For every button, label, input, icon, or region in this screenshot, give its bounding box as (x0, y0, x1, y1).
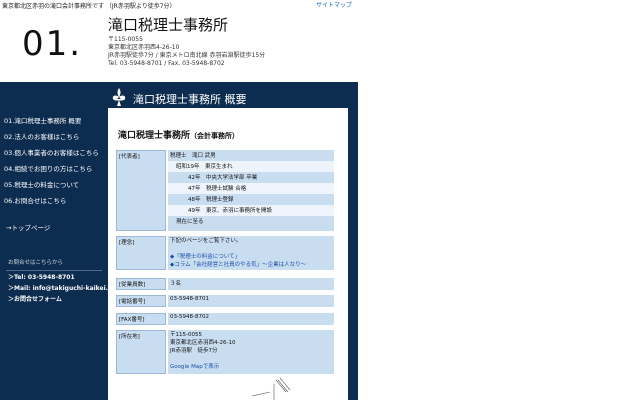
address-line: JR赤羽駅徒歩7分 / 東京メトロ南北線 赤羽岩淵駅徒歩15分 (108, 52, 266, 59)
firm-name-heading: 滝口税理士事務所 (108, 16, 229, 34)
header-address: 〒115-0055 東京都北区赤羽西4-26-10 JR赤羽駅徒歩7分 / 東京… (108, 36, 265, 68)
philosophy-text: 下記のページをご覧下さい。 (170, 238, 242, 244)
contact-mail[interactable]: ＞Mail: info@takiguchi-kaikei.jp (8, 283, 114, 292)
rep-line: 42年 中央大学法学部 卒業 (168, 172, 334, 183)
tel-value: 03-5948-8701 (168, 295, 334, 307)
sidebar-item-inheritance[interactable]: 04.相続でお困りの方はこちら (4, 163, 92, 173)
rep-line: 47年 税理士試験 合格 (168, 183, 334, 194)
contact-tel[interactable]: ＞Tel: 03-5948-8701 (8, 272, 75, 281)
site-tagline: 東京都北区赤羽の滝口会計事務所です （JR赤羽駅より徒歩7分） (2, 3, 176, 10)
page-number: 01. (22, 24, 83, 64)
section-title-text: 滝口税理士事務所 (118, 131, 191, 141)
location-line: JR赤羽駅 徒歩7分 (170, 348, 218, 354)
address-line: 東京都北区赤羽西4-26-10 (108, 44, 180, 51)
rep-line: 48年 税理士登録 (168, 194, 334, 205)
google-map-link[interactable]: Google Mapで表示 (170, 363, 332, 371)
contact-form-link[interactable]: ＞お問合せフォーム (8, 294, 62, 303)
sidebar-item-overview[interactable]: 01.滝口税理士事務所 概要 (4, 115, 81, 125)
fees-link[interactable]: ◆「税理士の料金について」 (170, 253, 332, 261)
sidebar-item-fees[interactable]: 05.税理士の料金について (4, 179, 79, 189)
map-sketch-icon (251, 377, 290, 400)
sidebar-item-corporate[interactable]: 02.法人のお客様はこちら (4, 131, 79, 141)
address-line: Tel. 03-5948-8701 / Fax. 03-5948-8702 (108, 60, 225, 67)
fax-label: [FAX番号] (116, 313, 166, 325)
column-link[interactable]: ◆コラム「会社経営と社員のやる気」～企業は人なり～ (170, 261, 332, 269)
philosophy-label: [理念] (116, 236, 166, 270)
sidebar-divider (6, 270, 102, 271)
rep-line: 税理士 滝口 武男 (168, 150, 334, 161)
section-subtitle: （会計事務所） (190, 132, 240, 140)
main-header-title: 滝口税理士事務所 概要 (133, 93, 247, 106)
rep-label: [代表者] (116, 150, 166, 231)
fax-value: 03-5948-8702 (168, 313, 334, 325)
rep-line: 現在に至る (168, 216, 334, 231)
location-line: 〒115-0055 (170, 332, 202, 338)
address-line: 〒115-0055 (108, 36, 143, 43)
staff-label: [従業員数] (116, 278, 166, 290)
sidebar-item-contact[interactable]: 06.お問合せはこちら (4, 195, 66, 205)
staff-value: ３名 (168, 278, 334, 290)
sitemap-link[interactable]: サイトマップ (316, 0, 352, 9)
location-cell: 〒115-0055 東京都北区赤羽西4-26-10 JR赤羽駅 徒歩7分 Goo… (168, 330, 334, 374)
sidebar-item-sole-proprietor[interactable]: 03.個人事業者のお客様はこちら (4, 147, 99, 157)
contact-title: お問合せはこちらから (8, 260, 64, 266)
location-line: 東京都北区赤羽西4-26-10 (170, 340, 236, 346)
sidebar (0, 82, 108, 400)
section-title: 滝口税理士事務所（会計事務所） (118, 128, 239, 141)
location-label: [所在地] (116, 330, 166, 374)
tel-label: [電話番号] (116, 295, 166, 307)
philosophy-cell: 下記のページをご覧下さい。 ◆「税理士の料金について」 ◆コラム「会社経営と社員… (168, 236, 334, 270)
fleur-de-lis-icon (112, 88, 126, 106)
top-page-link[interactable]: →トップページ (6, 222, 50, 232)
rep-line: 49年 東京、赤羽に事務所を開設 (168, 205, 334, 216)
rep-line: 昭和19年 東京生まれ (168, 161, 334, 172)
right-blank-area (358, 0, 640, 400)
